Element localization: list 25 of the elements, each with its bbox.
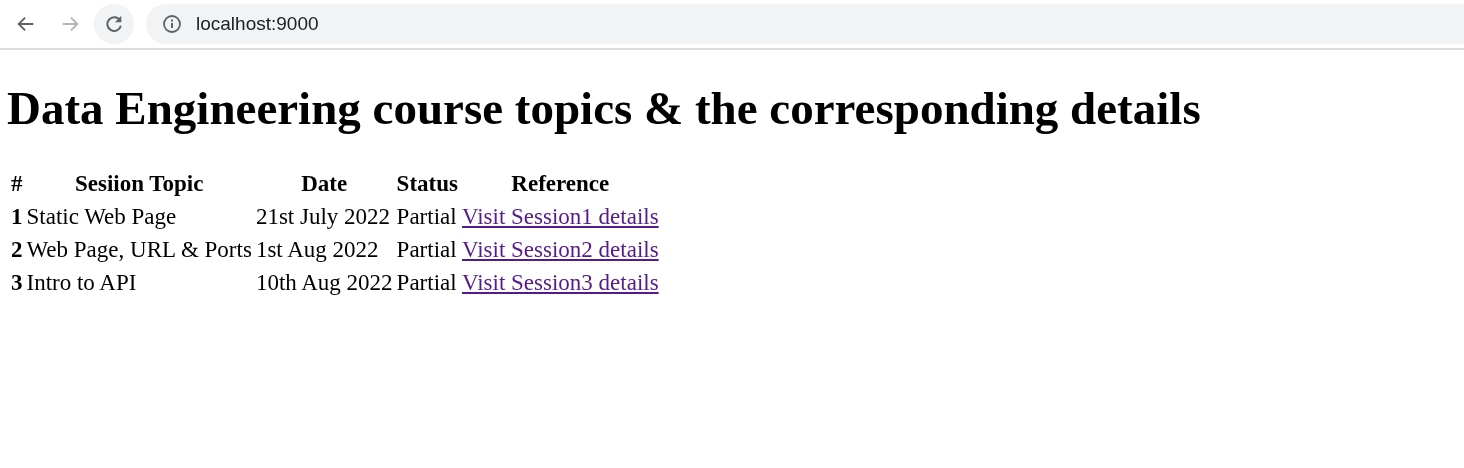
table-cell-text: 10th Aug 2022	[254, 269, 394, 298]
page-heading: Data Engineering course topics & the corresponding details	[7, 81, 1202, 136]
session-link[interactable]: Visit Session1 details	[461, 204, 659, 230]
table-cell-text: 21st July 2022	[254, 203, 392, 232]
table-cell-text: Partial	[395, 203, 458, 232]
info-icon[interactable]	[162, 14, 182, 34]
reload-button[interactable]	[94, 4, 134, 44]
column-header: Status	[395, 170, 459, 199]
row-number: 3	[10, 269, 24, 298]
table-cell-text: Web Page, URL & Ports	[25, 236, 253, 265]
column-header: Sesiion Topic	[73, 170, 205, 199]
column-header: Reference	[510, 170, 611, 199]
session-link[interactable]: Visit Session3 details	[461, 270, 659, 296]
table-cell-text: 1st Aug 2022	[254, 236, 380, 265]
row-number: 1	[10, 203, 24, 232]
table-cell-text: Intro to API	[25, 269, 138, 298]
table-cell-text: Partial	[395, 236, 458, 265]
column-header: #	[10, 170, 24, 199]
row-number: 2	[10, 236, 24, 265]
session-link[interactable]: Visit Session2 details	[461, 237, 659, 263]
table-cell-text: Partial	[395, 269, 458, 298]
address-bar[interactable]: localhost:9000	[146, 4, 1464, 44]
table-cell-text: Static Web Page	[25, 203, 178, 232]
reload-icon	[103, 13, 125, 35]
column-header: Date	[300, 170, 349, 199]
